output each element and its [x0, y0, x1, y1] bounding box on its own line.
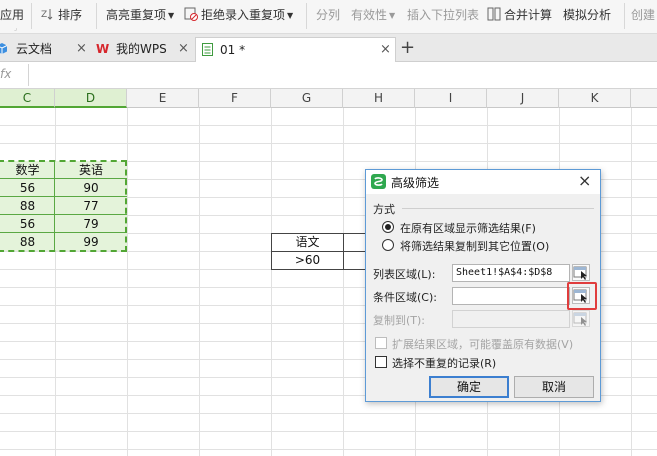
sort-label: 排序: [58, 8, 83, 22]
close-icon[interactable]: ×: [578, 171, 591, 190]
svg-text:Z: Z: [41, 10, 47, 20]
table-header-cell[interactable]: 英语: [55, 161, 127, 179]
column-header[interactable]: D: [55, 89, 127, 108]
cube-icon: [0, 43, 8, 54]
spreadsheet-icon: [202, 43, 213, 56]
mode-group-label: 方式: [373, 203, 395, 216]
criteria-empty-cell[interactable]: [343, 233, 366, 252]
column-header[interactable]: H: [343, 89, 415, 108]
reject-duplicates-label: 拒绝录入重复项: [201, 8, 286, 22]
column-header[interactable]: K: [559, 89, 631, 108]
split-column-button[interactable]: 分列: [316, 6, 340, 24]
sort-button[interactable]: Z 排序: [41, 6, 82, 24]
column-header[interactable]: E: [127, 89, 199, 108]
range-picker-icon: [573, 266, 587, 280]
highlight-duplicates-button[interactable]: 高亮重复项 ▼: [106, 6, 174, 24]
expand-results-checkbox: [375, 337, 387, 349]
validity-button[interactable]: 有效性 ▼: [351, 6, 395, 24]
new-tab-button[interactable]: +: [400, 37, 415, 59]
dialog-launcher-icon[interactable]: ⌟: [14, 24, 17, 32]
list-range-input[interactable]: Sheet1!$A$4:$D$8: [452, 264, 570, 282]
range-picker-button: [572, 310, 590, 327]
criteria-range-label: 条件区域(C):: [373, 291, 437, 304]
table-cell[interactable]: 79: [55, 215, 127, 233]
caret-down-icon: ▼: [389, 11, 396, 20]
table-cell[interactable]: 90: [55, 179, 127, 197]
merge-calc-button[interactable]: 合并计算: [487, 6, 552, 24]
table-cell[interactable]: 88: [0, 197, 55, 215]
merge-calc-label: 合并计算: [504, 8, 553, 22]
tab-label: 我的WPS: [116, 42, 167, 56]
reject-duplicates-icon: [184, 7, 198, 21]
close-icon[interactable]: ×: [178, 37, 189, 61]
close-icon[interactable]: ×: [76, 37, 87, 61]
cancel-button[interactable]: 取消: [514, 376, 594, 398]
wps-logo-icon: W: [96, 42, 110, 56]
column-header[interactable]: J: [487, 89, 559, 108]
tab-my-wps[interactable]: W 我的WPS ×: [96, 37, 194, 62]
column-header[interactable]: I: [415, 89, 487, 108]
range-picker-icon: [573, 312, 587, 326]
apply-button[interactable]: 应用: [0, 6, 24, 24]
table-cell[interactable]: 56: [0, 215, 55, 233]
highlight-box: [567, 282, 597, 310]
ribbon-toolbar: 应用 Z 排序 高亮重复项 ▼ 拒绝录入重复项 ▼ 分列 有效性 ▼ 插入下拉列表 合并…: [0, 0, 657, 34]
caret-down-icon: ▼: [168, 11, 175, 20]
caret-down-icon: ▼: [287, 11, 294, 20]
group-divider: [402, 208, 594, 209]
column-header[interactable]: F: [199, 89, 271, 108]
copy-radio[interactable]: [382, 239, 394, 251]
table-cell[interactable]: 77: [55, 197, 127, 215]
toolbar-divider: [306, 3, 307, 29]
criteria-empty-cell[interactable]: [343, 251, 366, 270]
advanced-filter-dialog: 高级筛选 × 方式 在原有区域显示筛选结果(F) 将筛选结果复制到其它位置(O)…: [365, 169, 601, 402]
table-cell[interactable]: 56: [0, 179, 55, 197]
sort-icon: Z: [41, 9, 53, 20]
validity-label: 有效性: [351, 8, 388, 22]
toolbar-divider: [31, 3, 32, 29]
fx-icon[interactable]: fx: [0, 67, 11, 81]
column-header[interactable]: C: [0, 89, 55, 108]
reject-duplicates-button[interactable]: 拒绝录入重复项 ▼: [184, 6, 293, 24]
unique-records-checkbox[interactable]: [375, 356, 387, 368]
dialog-title: 高级筛选: [391, 176, 440, 190]
toolbar-divider: [624, 3, 625, 29]
wps-spreadsheet-icon: [371, 174, 386, 189]
tab-document-01[interactable]: 01 * ×: [195, 37, 396, 62]
dialog-titlebar[interactable]: 高级筛选 ×: [366, 170, 600, 194]
simulate-analysis-button[interactable]: 模拟分析: [563, 6, 611, 24]
table-column-line: [54, 161, 55, 251]
ok-button[interactable]: 确定: [429, 376, 509, 398]
formula-input[interactable]: [28, 64, 657, 86]
copy-to-input: [452, 310, 570, 328]
column-header[interactable]: G: [271, 89, 343, 108]
table-cell[interactable]: 88: [0, 233, 55, 251]
copy-to-label: 复制到(T):: [373, 314, 426, 327]
tab-label: 01 *: [220, 43, 246, 57]
formula-bar: fx: [0, 62, 657, 89]
create-button[interactable]: 创建: [631, 6, 655, 24]
table-cell[interactable]: 99: [55, 233, 127, 251]
tab-label: 云文档: [16, 42, 53, 56]
merge-calc-icon: [487, 7, 501, 21]
unique-records-label[interactable]: 选择不重复的记录(R): [392, 355, 496, 371]
column-header-row: C D E F G H I J K: [0, 89, 657, 108]
table-header-cell[interactable]: 数学: [0, 161, 55, 179]
range-picker-button[interactable]: [572, 264, 590, 281]
criteria-header-cell[interactable]: 语文: [271, 233, 344, 252]
expand-results-label: 扩展结果区域，可能覆盖原有数据(V): [392, 338, 574, 351]
tab-cloud-docs[interactable]: 云文档 ×: [0, 37, 88, 62]
inplace-radio[interactable]: [382, 221, 394, 233]
inplace-option-label[interactable]: 在原有区域显示筛选结果(F): [400, 220, 536, 236]
close-icon[interactable]: ×: [380, 38, 391, 62]
document-tabbar: 云文档 × W 我的WPS × 01 * × +: [0, 34, 657, 62]
highlight-duplicates-label: 高亮重复项: [106, 8, 167, 22]
list-range-label: 列表区域(L):: [373, 268, 436, 281]
criteria-range-input[interactable]: [452, 287, 570, 305]
insert-dropdown-button[interactable]: 插入下拉列表: [407, 6, 479, 24]
toolbar-divider: [96, 3, 97, 29]
copy-option-label[interactable]: 将筛选结果复制到其它位置(O): [400, 238, 549, 254]
criteria-value-cell[interactable]: >60: [271, 251, 344, 270]
